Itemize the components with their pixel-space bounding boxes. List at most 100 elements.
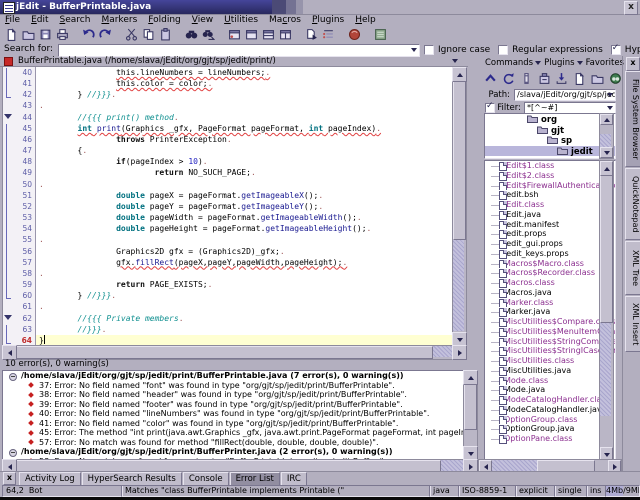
buffer-switcher[interactable]: BufferPrintable.java (/home/slava/jEdit/… — [0, 56, 468, 67]
error-file-node[interactable]: /home/slava/jEdit/org/gjt/sp/jedit/print… — [3, 447, 464, 457]
tree-vscroll-track[interactable] — [599, 113, 614, 159]
code-line[interactable]: //{{{ Private members. — [39, 313, 184, 324]
memory-status[interactable]: 4Mb/9Mb — [605, 485, 640, 497]
error-list-scroll-up-button[interactable] — [463, 370, 478, 385]
selection-mode-status[interactable]: single — [554, 485, 588, 497]
error-list-vscroll-thumb[interactable] — [464, 384, 477, 430]
tree-scroll-up-button[interactable] — [600, 114, 613, 125]
menu-folding[interactable]: Folding — [148, 15, 181, 25]
directory-tree[interactable]: orggjtspjedit — [484, 113, 616, 159]
code-line[interactable]: this.color = color;. — [39, 78, 212, 89]
file-item[interactable]: jEdit$FirewallAuthenticator.class — [485, 181, 615, 191]
side-tab-file-system-browser[interactable]: File System Browser — [625, 71, 640, 167]
side-tab-xml-insert[interactable]: XML Insert — [625, 296, 640, 352]
code-line[interactable]: } //}}}. — [39, 89, 116, 100]
redo-icon[interactable] — [98, 27, 112, 41]
code-line[interactable]: //}}}. — [39, 324, 106, 335]
split-horizontal-icon[interactable] — [261, 27, 275, 41]
reload-icon[interactable] — [502, 71, 516, 85]
undo-icon[interactable] — [81, 27, 95, 41]
code-area[interactable]: this.lineNumbers = lineNumbers;. this.co… — [36, 67, 453, 345]
buffer-switcher-icon[interactable] — [304, 27, 318, 41]
menu-help[interactable]: Help — [355, 15, 376, 25]
buffer-dropdown-icon[interactable] — [452, 59, 458, 63]
menu-edit[interactable]: Edit — [31, 15, 48, 25]
code-line[interactable]: double pageX = pageFormat.getImageableX(… — [39, 190, 323, 201]
code-line[interactable]: gfx.fillRect(pageX,pageY,pageWidth,pageH… — [39, 257, 347, 268]
path-dropdown-icon[interactable] — [607, 93, 613, 97]
code-line[interactable]: {. — [39, 145, 87, 156]
fold-mode-status[interactable]: explicit — [515, 485, 556, 497]
new-file-icon[interactable] — [4, 27, 18, 41]
file-item[interactable]: MiscUtilities$StringCompare.class — [485, 337, 615, 347]
file-item[interactable]: MiscUtilities$StringICaseCompare.class — [485, 346, 615, 356]
fold-collapse-icon[interactable] — [4, 114, 12, 119]
file-item[interactable]: OptionGroup.java — [485, 424, 615, 434]
tree-node-gjt[interactable]: gjt — [485, 125, 615, 136]
find-icon[interactable] — [184, 27, 198, 41]
file-item[interactable]: ModeCatalogHandler.java — [485, 405, 615, 415]
file-item[interactable]: jedit.bsh — [485, 190, 615, 200]
dock-tab-error-list[interactable]: Error List — [230, 472, 280, 486]
file-item[interactable]: MiscUtilities.java — [485, 366, 615, 376]
menu-plugins[interactable]: Plugins — [312, 15, 344, 25]
code-line[interactable]: } — [39, 335, 45, 345]
split-vertical-icon[interactable] — [278, 27, 292, 41]
code-line[interactable]: double pageHeight = pageFormat.getImagea… — [39, 223, 371, 234]
code-line[interactable]: int print(Graphics _gfx, PageFormat page… — [39, 123, 381, 134]
dock-strip-close-button[interactable]: x — [626, 57, 640, 71]
dock-tab-activity-log[interactable]: Activity Log — [19, 472, 81, 486]
tree-expand-handle-icon[interactable] — [9, 373, 17, 381]
tree-scroll-down-button[interactable] — [600, 147, 613, 158]
error-item[interactable]: 57: Error: No match was found for method… — [3, 438, 464, 448]
tree-expand-handle-icon[interactable] — [9, 449, 17, 457]
file-item[interactable]: Macros$Macro.class — [485, 259, 615, 269]
file-item[interactable]: jEdit.java — [485, 210, 615, 220]
checkbox-hypersearch[interactable]: ✓ — [611, 45, 621, 55]
code-line[interactable]: Graphics2D gfx = (Graphics2D)_gfx;. — [39, 246, 285, 257]
unsplit-view-icon[interactable] — [244, 27, 258, 41]
search-input[interactable] — [58, 44, 420, 57]
error-item[interactable]: 45: Error: The method "int print(java.aw… — [3, 428, 464, 438]
error-item[interactable]: 40: Error: No field named "lineNumbers" … — [3, 409, 464, 419]
file-item[interactable]: OptionGroup.class — [485, 415, 615, 425]
file-item[interactable]: Mode.java — [485, 385, 615, 395]
search-directory-icon[interactable] — [608, 71, 622, 85]
bottom-dock-close-button[interactable]: x — [3, 472, 16, 485]
search-history-dropdown-icon[interactable] — [411, 48, 417, 52]
copy-icon[interactable] — [141, 27, 155, 41]
text-editor[interactable]: 4041424344454647484950515253545556575859… — [2, 67, 453, 345]
fold-gutter[interactable] — [3, 67, 12, 345]
file-item[interactable]: jEdit.class — [485, 200, 615, 210]
editor-vscroll-thumb[interactable] — [453, 81, 466, 240]
fsb-menu-commands[interactable]: Commands — [485, 58, 541, 68]
file-item[interactable]: jedit.manifest — [485, 220, 615, 230]
path-field[interactable]: /slava/jEdit/org/gjt/sp/jedit — [514, 89, 616, 101]
tree-node-jedit[interactable]: jedit — [485, 146, 615, 157]
encoding-status[interactable]: ISO-8859-1 — [458, 485, 517, 497]
dock-tab-hypersearch-results[interactable]: HyperSearch Results — [82, 472, 182, 486]
filter-checkbox[interactable]: ✓ — [485, 103, 495, 113]
window-close-button[interactable]: x — [624, 1, 638, 15]
error-file-node[interactable]: /home/slava/jEdit/org/gjt/sp/jedit/print… — [3, 371, 464, 381]
indent-lines-icon[interactable] — [321, 27, 335, 41]
tree-node-sp[interactable]: sp — [485, 135, 615, 146]
error-item[interactable]: 38: Error: No field named "header" was f… — [3, 390, 464, 400]
side-tab-xml-tree[interactable]: XML Tree — [625, 241, 640, 295]
print-icon[interactable] — [55, 27, 69, 41]
side-tab-quicknotepad[interactable]: QuickNotepad — [625, 168, 640, 240]
file-list[interactable]: jEdit$1.classjEdit$2.classjEdit$Firewall… — [484, 160, 616, 461]
code-line[interactable]: double pageWidth = pageFormat.getImageab… — [39, 212, 362, 223]
menu-macros[interactable]: Macros — [269, 15, 301, 25]
file-item[interactable]: Mode.class — [485, 376, 615, 386]
menu-markers[interactable]: Markers — [101, 15, 137, 25]
cut-icon[interactable] — [124, 27, 138, 41]
menu-utilities[interactable]: Utilities — [224, 15, 258, 25]
filter-dropdown-icon[interactable] — [607, 106, 613, 110]
file-item[interactable]: ModeCatalogHandler.class — [485, 395, 615, 405]
menu-view[interactable]: View — [192, 15, 213, 25]
code-line[interactable]: . — [39, 234, 44, 245]
menu-file[interactable]: File — [5, 15, 20, 25]
file-item[interactable]: jedit_keys.props — [485, 249, 615, 259]
code-line[interactable]: if(pageIndex > 10). — [39, 156, 208, 167]
